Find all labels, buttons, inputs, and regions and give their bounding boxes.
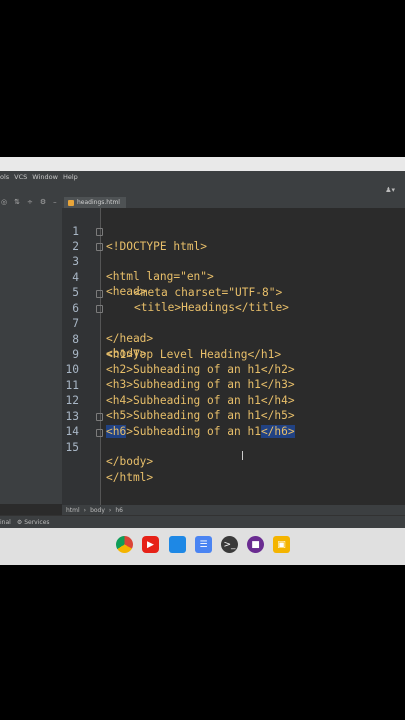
fold-icon[interactable]	[96, 413, 103, 421]
files-icon[interactable]	[169, 536, 186, 553]
docs-icon[interactable]: ☰	[195, 536, 212, 553]
menu-bar: ols VCS Window Help	[0, 171, 405, 182]
fold-icon[interactable]	[96, 429, 103, 437]
breadcrumb-h6[interactable]: h6	[115, 507, 123, 514]
breadcrumb-separator: ›	[83, 506, 87, 514]
code-line: 4 <meta charset="UTF-8">	[62, 255, 282, 299]
tab-label: headings.html	[77, 199, 120, 206]
code-text[interactable]: </body>	[106, 454, 153, 469]
code-line: 8 <h1>Top Level Heading</h1>	[62, 317, 281, 361]
line-number: 15	[65, 441, 79, 454]
code-line: 12 <h5>Subheading of an h1</h5>	[62, 378, 295, 422]
code-text[interactable]: <h6>Subheading of an h1</h6>	[106, 424, 295, 439]
code-line: 10 <h3>Subheading of an h1</h3>	[62, 347, 295, 391]
code-text-rest: >Subheading of an h1	[126, 425, 261, 438]
code-text[interactable]: </html>	[106, 470, 153, 485]
code-text[interactable]: <h3>Subheading of an h1</h3>	[106, 377, 295, 392]
services-icon: ⚙	[16, 519, 23, 526]
fold-icon[interactable]	[96, 305, 103, 313]
code-text[interactable]: </head>	[106, 331, 153, 346]
desktop-screen: ols VCS Window Help ♟▾ ◎ ⇅ ÷ ⚙ – heading…	[0, 157, 405, 565]
code-text[interactable]: <!DOCTYPE html>	[106, 239, 207, 254]
chrome-icon[interactable]	[116, 536, 133, 553]
code-line: 7 <body>	[62, 301, 146, 360]
status-bar: inal ⚙ Services	[0, 515, 405, 529]
app-icon[interactable]: ■	[247, 536, 264, 553]
html-file-icon	[68, 199, 74, 206]
code-line: 13 <h6>Subheading of an h1</h6>	[62, 394, 295, 438]
youtube-icon[interactable]: ▶	[142, 536, 159, 553]
breadcrumb-separator: ›	[108, 506, 112, 514]
breadcrumb-html[interactable]: html	[66, 507, 80, 514]
menu-window[interactable]: Window	[32, 173, 58, 181]
menu-help[interactable]: Help	[63, 173, 78, 181]
project-panel: ◎ ⇅ ÷ ⚙ –	[0, 197, 62, 504]
tag-highlight: <h6	[106, 425, 127, 438]
top-window-strip	[0, 157, 405, 171]
gear-icon[interactable]: ⚙	[40, 198, 46, 206]
breadcrumb: html › body › h6	[62, 505, 405, 515]
menu-vcs[interactable]: VCS	[14, 173, 27, 181]
code-line: 6 </head>	[62, 286, 153, 345]
code-text[interactable]: <title>Headings</title>	[134, 300, 289, 315]
tag-highlight: </h6>	[260, 425, 295, 438]
code-text[interactable]: <html lang="en">	[106, 269, 214, 284]
expand-icon[interactable]: ÷	[27, 198, 33, 206]
code-line: 1 <!DOCTYPE html>	[62, 209, 207, 253]
fold-icon[interactable]	[96, 228, 103, 236]
fold-icon[interactable]	[96, 290, 103, 298]
code-line: 9 <h2>Subheading of an h1</h2>	[62, 332, 294, 376]
user-icon[interactable]: ♟▾	[385, 186, 395, 194]
code-text[interactable]: <h1>Top Level Heading</h1>	[106, 347, 281, 362]
code-line: 3 <head>	[62, 239, 146, 298]
terminal-tab[interactable]: inal	[0, 519, 11, 526]
menu-tools[interactable]: ols	[0, 173, 9, 181]
code-line: 11 <h4>Subheading of an h1</h4>	[62, 363, 295, 407]
photos-icon[interactable]: ▣	[273, 536, 290, 553]
code-line: 5 <title>Headings</title>	[62, 270, 289, 314]
collapse-icon[interactable]: ⇅	[14, 198, 20, 206]
os-shelf: ▶ ☰ >_ ■ ▣	[0, 528, 405, 565]
services-tab[interactable]: Services	[24, 519, 49, 526]
breadcrumb-body[interactable]: body	[90, 507, 105, 514]
code-line: 2 <html lang="en">	[62, 224, 214, 283]
minimize-icon[interactable]: –	[53, 198, 57, 206]
code-line: 15 </html>	[62, 425, 153, 484]
code-line: 14 </body>	[62, 409, 153, 468]
mouse-cursor	[242, 451, 243, 460]
code-text[interactable]: <h2>Subheading of an h1</h2>	[106, 362, 295, 377]
terminal-icon[interactable]: >_	[221, 536, 238, 553]
code-text[interactable]: <meta charset="UTF-8">	[134, 285, 282, 300]
toolbar: ♟▾	[0, 182, 405, 198]
fold-icon[interactable]	[96, 243, 103, 251]
code-text[interactable]: <h5>Subheading of an h1</h5>	[106, 408, 295, 423]
target-icon[interactable]: ◎	[1, 198, 7, 206]
code-text[interactable]: <h4>Subheading of an h1</h4>	[106, 393, 295, 408]
panel-toolbar: ◎ ⇅ ÷ ⚙ –	[0, 197, 62, 207]
